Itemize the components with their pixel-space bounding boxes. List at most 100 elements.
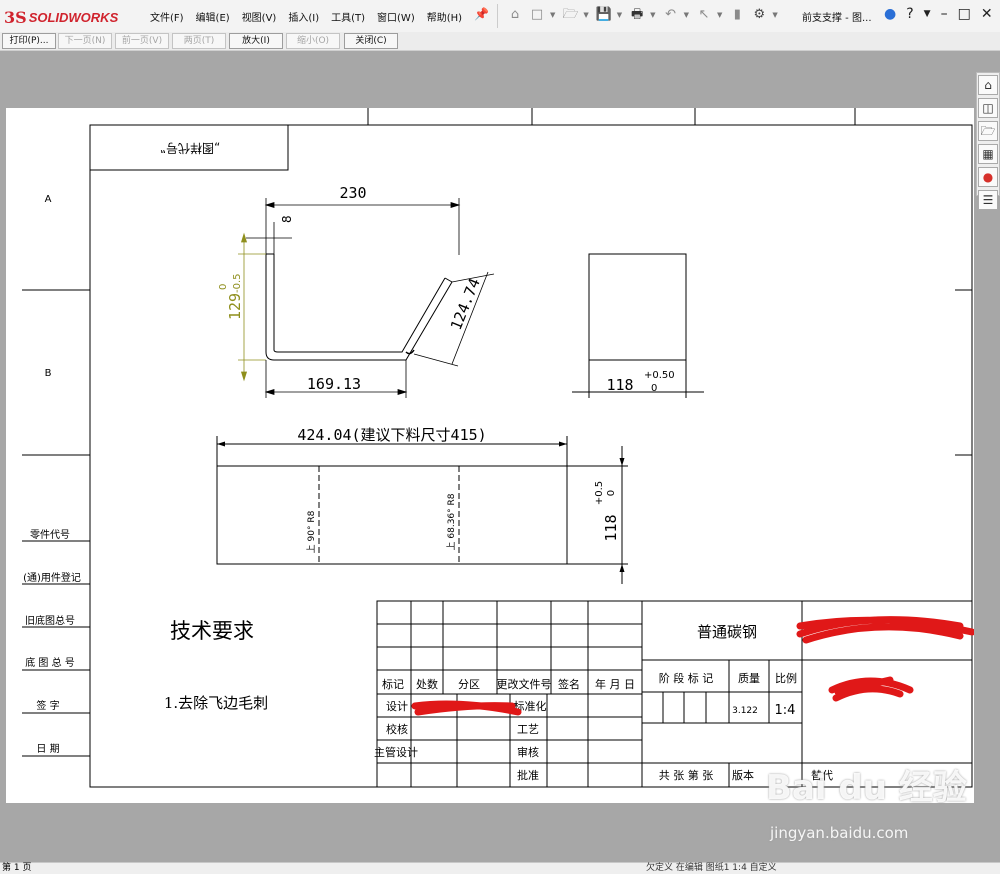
new-file-icon[interactable]: □ (528, 7, 546, 23)
flat-pattern-arrows (217, 441, 625, 572)
baidu-watermark: Bai du 经验 jingyan.baidu.com (760, 760, 980, 856)
help-dropdown-icon[interactable]: ▼ (924, 9, 931, 19)
pin-icon[interactable]: 📌 (474, 7, 489, 21)
approve-label: 批准 (517, 768, 539, 782)
flat-pattern (216, 436, 628, 584)
save-dropdown-icon[interactable]: ▼ (617, 11, 622, 19)
stage-mark-label: 阶 段 标 记 (659, 671, 714, 685)
scale-value: 1:4 (775, 703, 796, 718)
version-label: 版本 (732, 768, 754, 782)
dim-118v-tol-upper: +0.5 (594, 481, 605, 505)
restore-icon[interactable]: □ (958, 6, 971, 22)
dim-129-tol-upper: 0 (218, 284, 229, 290)
drawing-canvas: „图样代号‟ A B 零件代号 (通)用件登记 旧底图总号 底 图 总 号 签 … (22, 108, 974, 788)
dim-230-lines (264, 198, 461, 255)
bend-note-1: 上 90° R8 (306, 510, 317, 553)
print-preview-toolbar: 打印(P)... 下一页(N) 前一页(V) 两页(T) 放大(I) 缩小(O)… (0, 32, 1000, 51)
properties-icon[interactable]: ☰ (978, 190, 998, 210)
home-icon[interactable]: ⌂ (978, 75, 998, 95)
home-icon[interactable]: ⌂ (506, 7, 524, 23)
dim-169-value: 169.13 (307, 375, 361, 393)
open-dropdown-icon[interactable]: ▼ (583, 11, 588, 19)
scale-label: 比例 (775, 671, 797, 685)
redaction-scribbles (411, 616, 974, 716)
help-icon[interactable]: ? (906, 6, 913, 22)
undo-icon[interactable]: ↶ (662, 7, 680, 23)
menu-bar: 文件(F) 编辑(E) 视图(V) 插入(I) 工具(T) 窗口(W) 帮助(H… (150, 9, 474, 24)
header-change-doc: 更改文件号 (497, 677, 552, 691)
material-name: 普通碳钢 (697, 623, 757, 641)
drawing-code-box: „图样代号‟ (160, 141, 220, 156)
baidu-watermark-brand: Bai du 经验 (766, 768, 967, 808)
select-icon[interactable]: ↖ (695, 7, 713, 23)
close-preview-button[interactable]: 关闭(C) (344, 33, 398, 49)
folder-icon[interactable]: 🗁 (978, 121, 998, 141)
chief-design-label: 主管设计 (374, 745, 418, 759)
dim-118-tol-upper: +0.50 (644, 370, 675, 381)
baidu-watermark-url: jingyan.baidu.com (770, 824, 909, 842)
dim-flat-length: 424.04(建议下料尺寸415) (297, 426, 486, 444)
print-button[interactable]: 打印(P)... (2, 33, 56, 49)
status-bar: 第 1 页 欠定义 在编辑 图纸1 1:4 自定义 (0, 862, 1000, 874)
menu-insert[interactable]: 插入(I) (288, 9, 319, 24)
status-page: 第 1 页 (2, 863, 32, 873)
menu-help[interactable]: 帮助(H) (427, 9, 462, 24)
dim-8-lines (246, 222, 292, 254)
design-label: 设计 (386, 700, 408, 713)
user-icon[interactable]: ● (884, 6, 896, 22)
save-icon[interactable]: 💾 (595, 7, 613, 23)
mass-value: 3.122 (732, 706, 758, 716)
close-icon[interactable]: ✕ (981, 6, 993, 22)
minimize-icon[interactable]: – (941, 6, 948, 22)
zone-label-b: B (45, 368, 52, 379)
title-bar: 3S SOLIDWORKS 文件(F) 编辑(E) 视图(V) 插入(I) 工具… (0, 0, 1000, 33)
undo-dropdown-icon[interactable]: ▼ (684, 11, 689, 19)
label-old-drawing: 旧底图总号 (25, 614, 75, 627)
print-dropdown-icon[interactable]: ▼ (650, 11, 655, 19)
menu-view[interactable]: 视图(V) (242, 9, 277, 24)
process-label: 工艺 (517, 723, 539, 736)
appearance-icon[interactable]: ● (978, 167, 998, 187)
open-icon[interactable]: 🗁 (561, 7, 579, 23)
options-dropdown-icon[interactable]: ▼ (772, 11, 777, 19)
menu-edit[interactable]: 编辑(E) (196, 9, 230, 24)
zoom-out-button[interactable]: 缩小(O) (286, 33, 340, 49)
menu-file[interactable]: 文件(F) (150, 9, 184, 24)
previous-page-button[interactable]: 前一页(V) (115, 33, 169, 49)
status-middle: 欠定义 在编辑 图纸1 1:4 自定义 (646, 863, 777, 873)
bend-note-2: 上 68.36° R8 (446, 493, 457, 550)
label-part-code: 零件代号 (30, 529, 70, 541)
quick-access-toolbar: ⌂ □ ▼ 🗁 ▼ 💾 ▼ 🖶 ▼ ↶ ▼ ↖ ▼ ▮ ⚙ ▼ (506, 7, 784, 23)
menu-window[interactable]: 窗口(W) (377, 9, 415, 24)
drawing-sheet: „图样代号‟ A B 零件代号 (通)用件登记 旧底图总号 底 图 总 号 签 … (6, 108, 974, 803)
label-common-part: (通)用件登记 (23, 571, 81, 584)
side-view-part (572, 253, 704, 398)
print-icon[interactable]: 🖶 (628, 7, 646, 23)
header-date: 年 月 日 (595, 677, 635, 691)
mass-label: 质量 (738, 672, 760, 685)
view-palette-icon[interactable]: ▦ (978, 144, 998, 164)
dim-118-tol-lower: 0 (651, 383, 657, 394)
header-mark: 标记 (382, 677, 404, 691)
menu-tools[interactable]: 工具(T) (331, 9, 365, 24)
dim-118v-value: 118 (602, 514, 620, 541)
zoom-in-button[interactable]: 放大(I) (229, 33, 283, 49)
solidworks-logo[interactable]: 3S SOLIDWORKS (4, 6, 118, 28)
next-page-button[interactable]: 下一页(N) (58, 33, 112, 49)
parts-icon[interactable]: ◫ (978, 98, 998, 118)
dim-8-value: 8 (280, 215, 294, 223)
two-page-button[interactable]: 两页(T) (172, 33, 226, 49)
document-title: 前支支撑 - 图... (802, 13, 872, 24)
header-zone: 分区 (458, 678, 480, 691)
window-controls: ● ? ▼ – □ ✕ (884, 6, 1000, 22)
rebuild-icon[interactable]: ▮ (728, 7, 746, 23)
ds-logo-mark: 3S (4, 7, 27, 27)
dim-124-value: 124.74 (447, 276, 484, 333)
check-label: 校核 (386, 722, 408, 736)
options-icon[interactable]: ⚙ (750, 7, 768, 23)
sheet-count-label: 共 张 第 张 (659, 768, 714, 782)
select-dropdown-icon[interactable]: ▼ (717, 11, 722, 19)
dim-230-value: 230 (339, 184, 366, 202)
new-dropdown-icon[interactable]: ▼ (550, 11, 555, 19)
review-label: 审核 (517, 745, 539, 759)
